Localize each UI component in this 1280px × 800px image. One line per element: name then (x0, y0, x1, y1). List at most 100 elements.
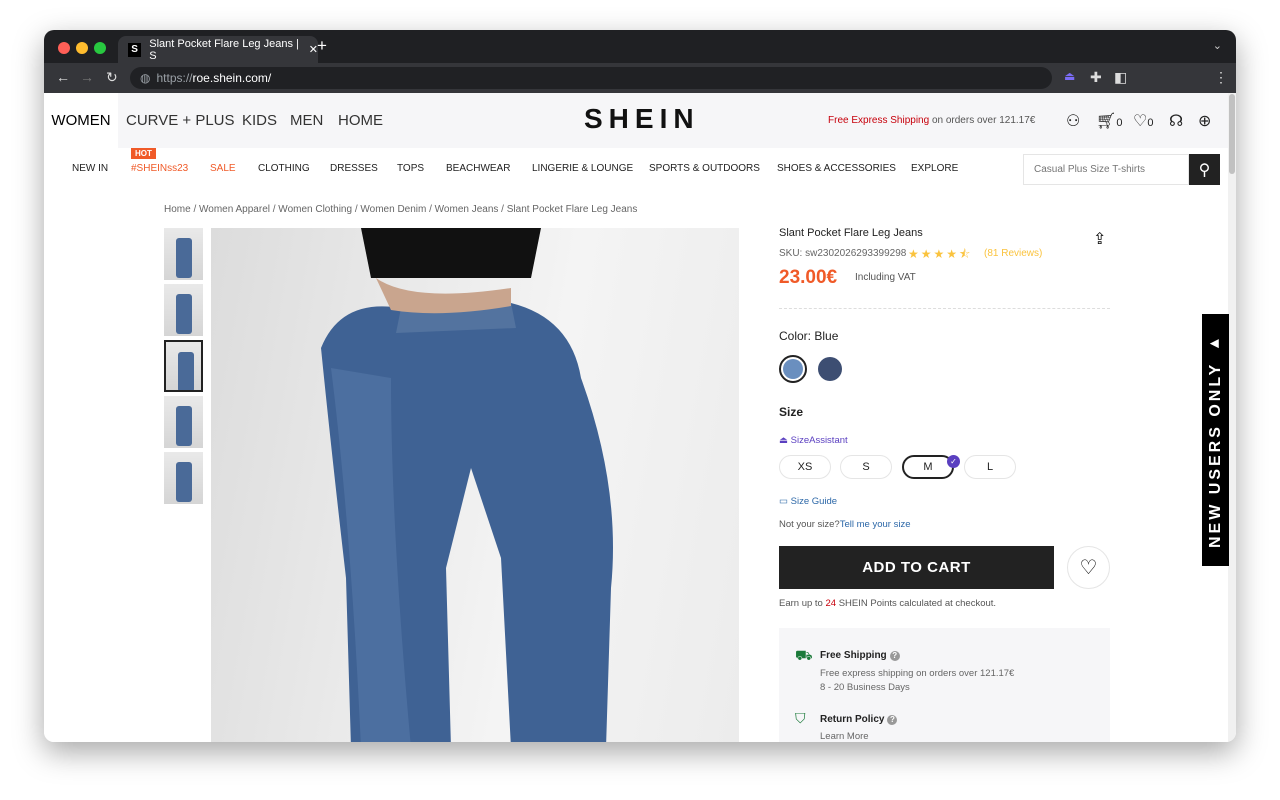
toolbar: ← → ↻ ◍ https://roe.shein.com/ ⏏ ✚ ◧ ⋮ (44, 63, 1236, 93)
help-icon[interactable]: ? (889, 651, 900, 661)
shipping-rest: on orders over 121.17€ (929, 115, 1036, 126)
product-title: Slant Pocket Flare Leg Jeans (779, 227, 923, 239)
add-to-cart-button[interactable]: ADD TO CART (779, 546, 1054, 589)
thumbnail-2[interactable] (164, 284, 203, 336)
address-bar[interactable]: ◍ https://roe.shein.com/ (130, 67, 1052, 89)
search-button[interactable]: ⚲ (1189, 154, 1220, 185)
color-label-text: Color: (779, 329, 812, 343)
globe-language-icon[interactable]: ⊕ (1198, 111, 1211, 131)
size-guide-link[interactable]: ▭ Size Guide (779, 496, 837, 507)
url-host: roe.shein.com/ (192, 71, 272, 85)
selected-check-icon: ✓ (947, 455, 960, 468)
size-assistant-text: SizeAssistant (790, 435, 848, 446)
ruler-icon: ▭ (779, 496, 791, 507)
reviews-link[interactable]: (81 Reviews) (984, 248, 1042, 259)
shipping-info-box: ⛟ Free Shipping? Free express shipping o… (779, 628, 1110, 742)
new-users-banner[interactable]: NEW USERS ONLY ▸ (1202, 314, 1229, 566)
add-to-wishlist-button[interactable]: ♡ (1067, 546, 1110, 589)
nav-sports[interactable]: SPORTS & OUTDOORS (649, 163, 760, 174)
favicon: S (128, 42, 142, 57)
page: WOMEN CURVE + PLUS KIDS MEN HOME SHEIN F… (44, 93, 1236, 742)
color-swatch-blue[interactable] (779, 355, 807, 383)
vat-note: Including VAT (855, 272, 916, 283)
learn-more-link[interactable]: Learn More (820, 730, 869, 742)
color-swatch-dark-blue[interactable] (816, 355, 844, 383)
category-curve-plus[interactable]: CURVE + PLUS (126, 112, 235, 129)
nav-sale[interactable]: SALE (210, 163, 236, 174)
nav-shoes[interactable]: SHOES & ACCESSORIES (777, 163, 896, 174)
new-tab-button[interactable]: + (317, 36, 327, 56)
scrollbar[interactable] (1228, 93, 1236, 742)
nav-tops[interactable]: TOPS (397, 163, 424, 174)
product-main-image[interactable] (211, 228, 739, 742)
nav-lingerie[interactable]: LINGERIE & LOUNGE (532, 163, 633, 174)
reload-icon[interactable]: ↻ (106, 69, 118, 86)
nav-new-in[interactable]: NEW IN (72, 163, 108, 174)
minimize-window-button[interactable] (76, 42, 88, 54)
nav-explore[interactable]: EXPLORE (911, 163, 958, 174)
nav-beachwear[interactable]: BEACHWEAR (446, 163, 510, 174)
hanger-icon: ⏏ (779, 435, 791, 446)
breadcrumb[interactable]: Home / Women Apparel / Women Clothing / … (164, 204, 637, 215)
headset-icon[interactable]: ☊ (1169, 111, 1183, 131)
url-scheme: https:// (156, 71, 193, 85)
share-icon[interactable]: ⇪ (1093, 229, 1106, 249)
nav-sheinss23[interactable]: #SHEINss23 (131, 163, 188, 174)
product-price: 23.00€ (779, 267, 838, 288)
category-women[interactable]: WOMEN (44, 93, 118, 148)
thumbnail-3-selected[interactable] (164, 340, 203, 392)
category-kids[interactable]: KIDS (242, 112, 277, 129)
not-your-size: Not your size?Tell me your size (779, 519, 910, 530)
divider (779, 308, 1110, 309)
heart-icon: ♡ (1079, 557, 1098, 579)
extension-icon[interactable]: ⏏ (1064, 69, 1075, 83)
thumbnail-1[interactable] (164, 228, 203, 280)
truck-icon: ⛟ (795, 647, 813, 663)
free-shipping-title: Free Shipping? (820, 650, 900, 661)
search-icon: ⚲ (1198, 161, 1211, 179)
hot-badge: HOT (131, 148, 156, 159)
globe-icon: ◍ (140, 71, 151, 85)
close-window-button[interactable] (58, 42, 70, 54)
browser-window: S Slant Pocket Flare Leg Jeans | S ✕ + ⌄ ←… (44, 30, 1236, 742)
cart-count: 0 (1116, 117, 1123, 129)
size-s[interactable]: S (840, 455, 892, 479)
tell-me-size-link[interactable]: Tell me your size (840, 519, 911, 530)
tab-menu-chevron-icon[interactable]: ⌄ (1213, 39, 1222, 52)
search-input[interactable] (1023, 154, 1189, 185)
nav-clothing[interactable]: CLOTHING (258, 163, 310, 174)
color-value: Blue (814, 329, 839, 343)
shield-check-icon: ⛉ (795, 710, 806, 726)
shein-logo[interactable]: SHEIN (584, 103, 700, 135)
tab-title: Slant Pocket Flare Leg Jeans | S (149, 37, 299, 62)
shipping-banner: Free Express Shipping on orders over 121… (828, 115, 1035, 126)
sidebar-icon[interactable]: ◧ (1114, 69, 1127, 86)
back-icon[interactable]: ← (56, 69, 70, 85)
product-sku: SKU: sw2302026293399298 (779, 248, 907, 259)
size-label: Size (779, 405, 804, 419)
thumbnail-5[interactable] (164, 452, 203, 504)
cart-icon[interactable]: 🛒︎0 (1096, 111, 1122, 131)
wishlist-icon[interactable]: ♡0 (1133, 111, 1153, 131)
tab-bar: S Slant Pocket Flare Leg Jeans | S ✕ + ⌄ (44, 30, 1236, 63)
category-men[interactable]: MEN (290, 112, 323, 129)
shipping-details: Free express shipping on orders over 121… (820, 668, 1015, 693)
shipping-highlight: Free Express Shipping (828, 115, 930, 126)
help-icon[interactable]: ? (887, 715, 898, 725)
category-home[interactable]: HOME (338, 112, 383, 129)
menu-icon[interactable]: ⋮ (1214, 69, 1228, 86)
nav-dresses[interactable]: DRESSES (330, 163, 378, 174)
not-size-text: Not your size? (779, 519, 840, 530)
size-assistant-link[interactable]: ⏏ SizeAssistant (779, 435, 848, 446)
size-xs[interactable]: XS (779, 455, 831, 479)
size-guide-text: Size Guide (790, 496, 838, 507)
puzzle-icon[interactable]: ✚ (1090, 69, 1102, 86)
thumbnail-4[interactable] (164, 396, 203, 448)
size-l[interactable]: L (964, 455, 1016, 479)
maximize-window-button[interactable] (94, 42, 106, 54)
browser-tab[interactable]: S Slant Pocket Flare Leg Jeans | S ✕ (118, 36, 318, 63)
user-icon[interactable]: ⚇ (1066, 111, 1080, 131)
color-label: Color: Blue (779, 329, 838, 343)
size-m-selected[interactable]: M (902, 455, 954, 479)
forward-icon[interactable]: → (80, 69, 94, 85)
